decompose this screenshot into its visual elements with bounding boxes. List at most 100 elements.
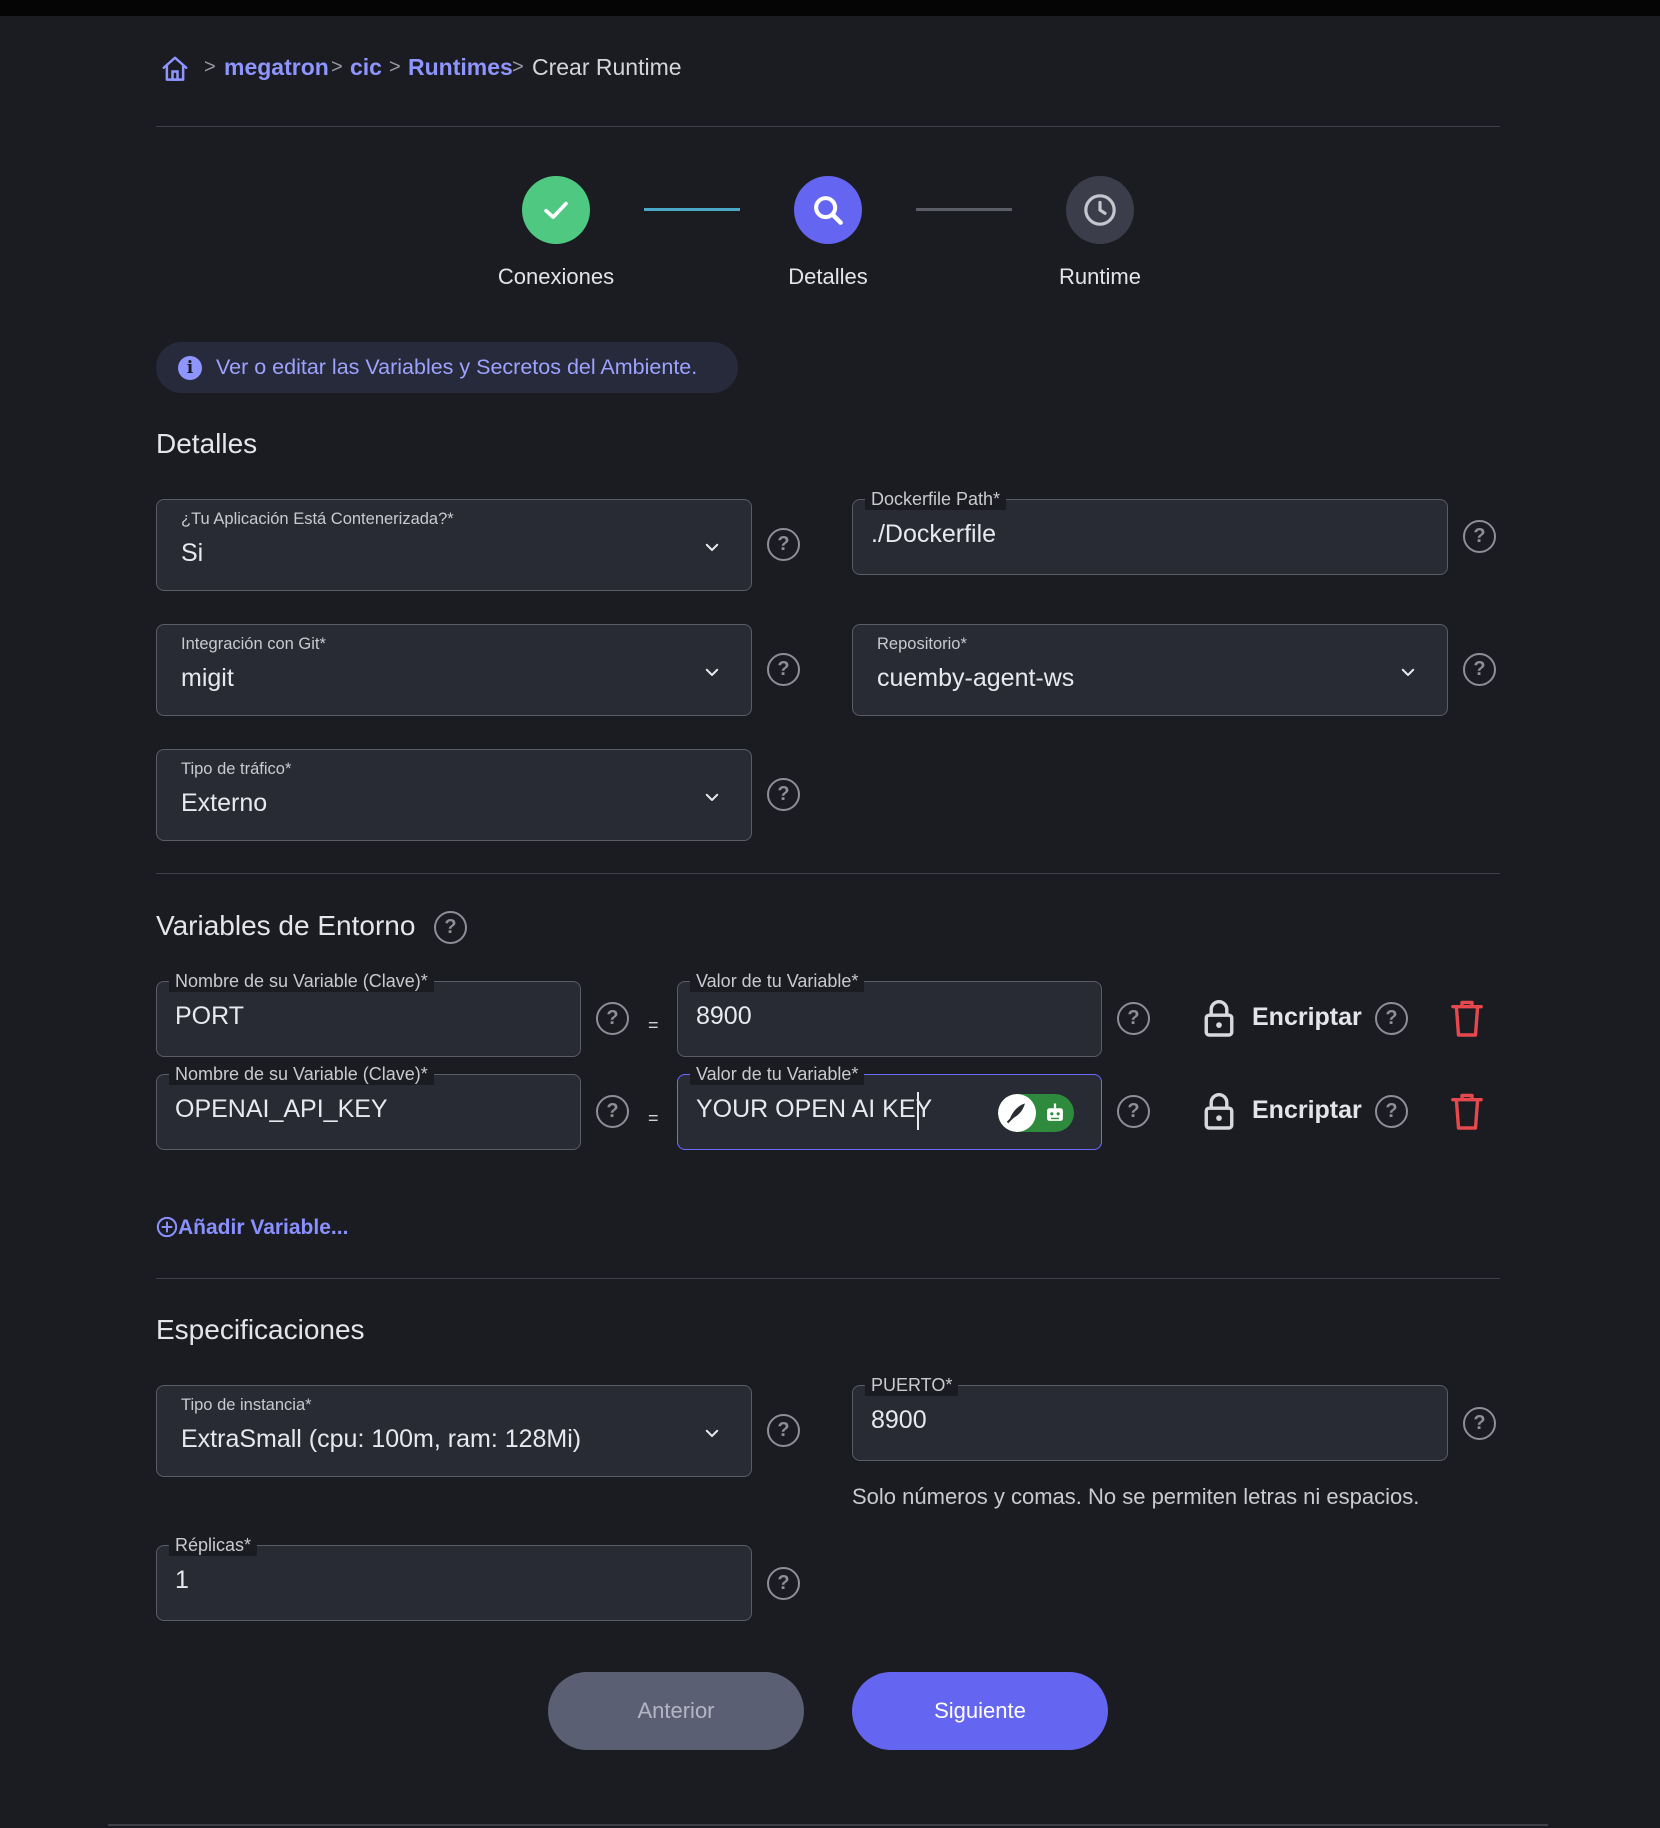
trash-icon[interactable] [1450, 998, 1484, 1038]
step-connector [644, 208, 740, 211]
window-top-bar [0, 0, 1660, 16]
env-key-label: Nombre de su Variable (Clave)* [169, 970, 434, 992]
equals-sign: = [648, 1108, 659, 1128]
env-key-value: OPENAI_API_KEY [175, 1095, 388, 1123]
env-value-label: Valor de tu Variable* [690, 970, 865, 992]
traffic-type-label: Tipo de tráfico* [181, 760, 292, 778]
step-detalles[interactable] [794, 176, 862, 244]
breadcrumb-separator: > [204, 56, 216, 78]
chevron-down-icon [705, 793, 719, 801]
chevron-down-icon [705, 543, 719, 551]
replicas-value: 1 [175, 1566, 189, 1594]
help-icon[interactable]: ? [1463, 653, 1496, 686]
help-icon[interactable]: ? [596, 1002, 629, 1035]
help-icon[interactable]: ? [767, 528, 800, 561]
git-integration-label: Integración con Git* [181, 635, 326, 653]
breadcrumb-item-cic[interactable]: cic [350, 54, 382, 81]
help-icon[interactable]: ? [434, 911, 467, 944]
env-key-field[interactable]: Nombre de su Variable (Clave)* OPENAI_AP… [156, 1063, 581, 1150]
containerized-select[interactable]: ¿Tu Aplicación Está Contenerizada?* Si [156, 499, 752, 591]
help-icon[interactable]: ? [767, 1567, 800, 1600]
search-icon [814, 196, 843, 225]
specs-section-title: Especificaciones [156, 1314, 365, 1345]
robot-icon[interactable] [1036, 1094, 1074, 1132]
env-value-field[interactable]: Valor de tu Variable* YOUR OPEN AI KEY [677, 1063, 1102, 1150]
home-icon[interactable] [160, 54, 190, 84]
details-section-title: Detalles [156, 428, 258, 459]
encrypt-toggle[interactable]: Encriptar [1252, 1096, 1362, 1125]
git-integration-select[interactable]: Integración con Git* migit [156, 624, 752, 716]
breadcrumb-separator: > [331, 56, 343, 78]
containerized-label: ¿Tu Aplicación Está Contenerizada?* [181, 510, 454, 528]
lock-icon[interactable] [1202, 1091, 1236, 1131]
port-label: PUERTO* [865, 1374, 959, 1396]
port-field[interactable]: PUERTO* 8900 [852, 1374, 1448, 1461]
help-icon[interactable]: ? [767, 1414, 800, 1447]
plus-circle-icon [156, 1216, 178, 1238]
instance-type-select[interactable]: Tipo de instancia* ExtraSmall (cpu: 100m… [156, 1385, 752, 1477]
chevron-down-icon [1401, 668, 1415, 676]
previous-button[interactable]: Anterior [548, 1672, 804, 1750]
dockerfile-path-field[interactable]: Dockerfile Path* ./Dockerfile [852, 488, 1448, 575]
help-icon[interactable]: ? [596, 1095, 629, 1128]
breadcrumb-current: Crear Runtime [532, 54, 682, 80]
env-section-title: Variables de Entorno [156, 910, 416, 941]
add-variable-label: Añadir Variable... [178, 1216, 349, 1239]
breadcrumb-item-runtimes[interactable]: Runtimes [408, 54, 513, 81]
env-value-value: 8900 [696, 1002, 752, 1030]
repository-value: cuemby-agent-ws [877, 664, 1075, 692]
step-label-detalles: Detalles [788, 264, 868, 289]
port-hint: Solo números y comas. No se permiten let… [852, 1484, 1420, 1509]
env-key-label: Nombre de su Variable (Clave)* [169, 1063, 434, 1085]
replicas-field[interactable]: Réplicas* 1 [156, 1534, 752, 1621]
step-connector [916, 208, 1012, 211]
step-label-conexiones: Conexiones [497, 264, 615, 289]
env-value-value: YOUR OPEN AI KEY [696, 1095, 933, 1123]
dockerfile-path-label: Dockerfile Path* [865, 488, 1007, 510]
env-key-value: PORT [175, 1002, 244, 1030]
env-value-label: Valor de tu Variable* [690, 1063, 865, 1085]
add-variable-button[interactable]: Añadir Variable... [156, 1216, 348, 1240]
chevron-down-icon [705, 1429, 719, 1437]
equals-sign: = [648, 1015, 659, 1035]
encrypt-toggle[interactable]: Encriptar [1252, 1003, 1362, 1032]
step-runtime[interactable] [1066, 176, 1134, 244]
repository-label: Repositorio* [877, 635, 967, 653]
help-icon[interactable]: ? [1117, 1002, 1150, 1035]
repository-select[interactable]: Repositorio* cuemby-agent-ws [852, 624, 1448, 716]
clock-icon [1084, 194, 1116, 226]
extension-widget[interactable] [998, 1094, 1074, 1132]
breadcrumb-separator: > [512, 56, 524, 78]
extension-pen-button[interactable] [998, 1094, 1036, 1132]
help-icon[interactable]: ? [1375, 1002, 1408, 1035]
breadcrumb-item-megatron[interactable]: megatron [224, 54, 329, 81]
port-value: 8900 [871, 1406, 927, 1434]
trash-icon[interactable] [1450, 1091, 1484, 1131]
traffic-type-select[interactable]: Tipo de tráfico* Externo [156, 749, 752, 841]
chevron-down-icon [705, 668, 719, 676]
divider [156, 126, 1500, 127]
help-icon[interactable]: ? [1463, 1407, 1496, 1440]
check-icon [544, 201, 568, 219]
env-key-field[interactable]: Nombre de su Variable (Clave)* PORT [156, 970, 581, 1057]
help-icon[interactable]: ? [1463, 520, 1496, 553]
help-icon[interactable]: ? [1117, 1095, 1150, 1128]
environment-variables-link[interactable]: i Ver o editar las Variables y Secretos … [156, 342, 738, 393]
lock-icon[interactable] [1202, 998, 1236, 1038]
environment-variables-link-text: Ver o editar las Variables y Secretos de… [216, 355, 698, 379]
instance-type-value: ExtraSmall (cpu: 100m, ram: 128Mi) [181, 1425, 582, 1453]
feather-icon [1006, 1103, 1025, 1124]
next-button[interactable]: Siguiente [852, 1672, 1108, 1750]
help-icon[interactable]: ? [1375, 1095, 1408, 1128]
info-icon: i [178, 356, 202, 380]
instance-type-label: Tipo de instancia* [181, 1396, 312, 1414]
divider [108, 1824, 1548, 1826]
traffic-type-value: Externo [181, 789, 268, 817]
step-conexiones[interactable] [522, 176, 590, 244]
step-label-runtime: Runtime [1059, 264, 1141, 289]
help-icon[interactable]: ? [767, 653, 800, 686]
containerized-value: Si [181, 539, 204, 567]
divider [156, 1278, 1500, 1279]
env-value-field[interactable]: Valor de tu Variable* 8900 [677, 970, 1102, 1057]
help-icon[interactable]: ? [767, 778, 800, 811]
